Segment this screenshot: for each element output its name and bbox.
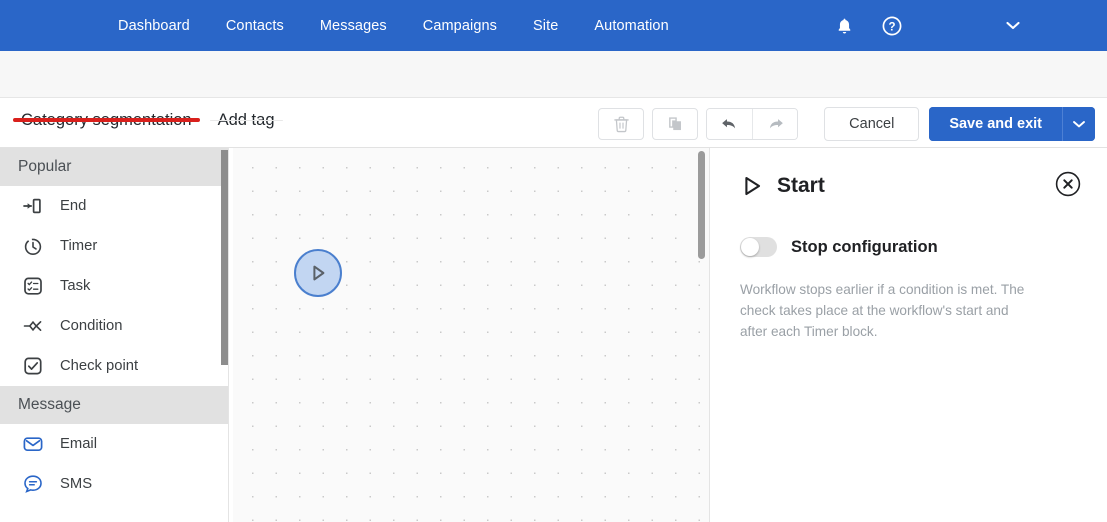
sidebar-item-check-point[interactable]: Check point [0,346,228,386]
end-block-icon [20,193,46,219]
sidebar-item-label: Email [60,436,97,452]
sidebar-group-label: Popular [18,158,72,175]
editor-toolbar: Category segmentation Add tag [0,97,1107,148]
chevron-down-icon [1006,21,1020,30]
sidebar-item-end[interactable]: End [0,186,228,226]
sidebar-group-message: Message [0,386,228,424]
nav-link-campaigns[interactable]: Campaigns [405,18,515,34]
close-circle-icon [1055,171,1081,197]
timer-clock-icon [20,233,46,259]
play-triangle-icon [740,174,764,198]
redo-button[interactable] [752,108,798,139]
nav-right-actions: ? [827,0,1107,51]
svg-text:?: ? [888,21,895,33]
sidebar-item-timer[interactable]: Timer [0,226,228,266]
sidebar-item-task[interactable]: Task [0,266,228,306]
tab-inactive-underline [209,119,283,121]
tab-active-underline [13,118,200,122]
sidebar-group-label: Message [18,396,81,413]
sms-bubble-icon [20,471,46,497]
help-button[interactable]: ? [875,9,909,43]
trash-icon [613,116,629,132]
redo-arrow-icon [769,118,783,128]
stop-configuration-row: Stop configuration [740,237,1081,257]
toolbar-actions: Cancel Save and exit [598,98,1095,149]
save-options-button[interactable] [1062,106,1095,141]
undo-arrow-icon [722,118,736,128]
page-spacer [0,51,1107,97]
sidebar-item-email[interactable]: Email [0,424,228,464]
undo-redo-group [706,107,799,140]
sidebar-item-label: Task [60,278,91,294]
help-circle-icon: ? [882,16,902,35]
canvas-scrollbar-track[interactable] [698,148,707,522]
top-navigation-bar: Dashboard Contacts Messages Campaigns Si… [0,0,1107,51]
bell-icon [838,18,850,34]
stop-configuration-label: Stop configuration [791,237,938,256]
sidebar-item-label: End [60,198,87,214]
save-and-exit-button[interactable]: Save and exit [929,106,1062,141]
save-and-exit-group: Save and exit [929,106,1095,141]
duplicate-button[interactable] [652,107,699,140]
stop-configuration-toggle[interactable] [740,237,777,257]
notifications-button[interactable] [827,9,861,43]
sidebar-scrollbar-thumb[interactable] [221,150,228,365]
sidebar-item-label: SMS [60,476,93,492]
sidebar-item-label: Check point [60,358,139,374]
account-menu-button[interactable] [993,20,1033,31]
undo-button[interactable] [707,108,753,139]
nav-link-messages[interactable]: Messages [302,18,405,34]
workflow-canvas[interactable] [233,148,710,522]
block-settings-panel: Start Stop configuration Workflow stops … [711,148,1107,522]
sidebar-item-label: Condition [60,318,123,334]
automation-workflow-editor: Dashboard Contacts Messages Campaigns Si… [0,0,1107,522]
tab-category-segmentation[interactable]: Category segmentation [13,98,200,130]
chevron-down-icon [1073,120,1085,127]
start-node[interactable] [294,249,342,297]
nav-link-contacts[interactable]: Contacts [208,18,302,34]
panel-header: Start [740,170,1081,202]
nav-link-site[interactable]: Site [515,18,576,34]
close-panel-button[interactable] [1055,171,1081,197]
nav-link-dashboard[interactable]: Dashboard [118,18,208,34]
toggle-knob [741,238,759,256]
sidebar-item-sms[interactable]: SMS [0,464,228,504]
sidebar-scrollbar-track[interactable] [221,148,228,522]
condition-branch-icon [20,313,46,339]
nav-links: Dashboard Contacts Messages Campaigns Si… [118,18,687,34]
task-checklist-icon [20,273,46,299]
stop-configuration-description: Workflow stops earlier if a condition is… [740,282,1025,339]
editor-body: Popular End Timer Task Condition Check p… [0,148,1107,522]
delete-button[interactable] [598,107,645,140]
sidebar-item-label: Timer [60,238,98,254]
check-point-icon [20,353,46,379]
copy-icon [668,116,681,130]
cancel-button[interactable]: Cancel [824,106,920,141]
tab-add-tag[interactable]: Add tag [209,98,283,130]
blocks-sidebar: Popular End Timer Task Condition Check p… [0,148,229,522]
workflow-tabs: Category segmentation Add tag [13,98,283,130]
sidebar-group-popular: Popular [0,148,228,186]
canvas-scrollbar-thumb[interactable] [698,151,705,259]
play-triangle-icon [313,265,325,281]
cancel-label: Cancel [849,115,895,132]
panel-title: Start [777,174,825,197]
email-envelope-icon [20,431,46,457]
sidebar-item-condition[interactable]: Condition [0,306,228,346]
save-label: Save and exit [949,115,1042,132]
nav-link-automation[interactable]: Automation [576,18,686,34]
